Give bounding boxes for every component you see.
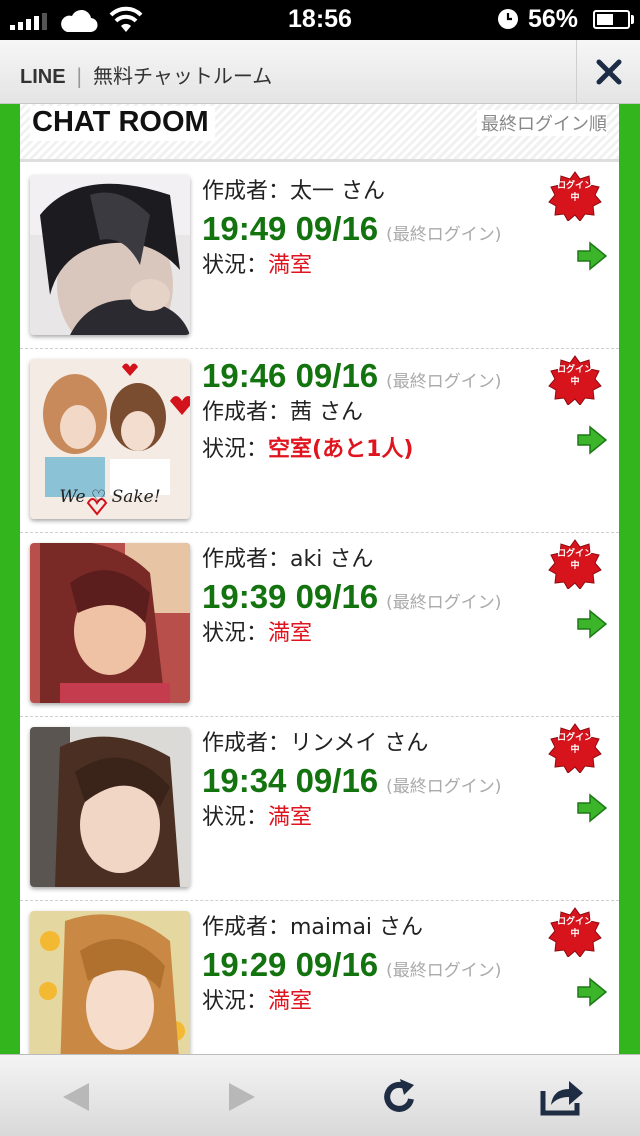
- online-badge: ログイン中: [548, 723, 602, 774]
- room-info: 19:46 09/16 (最終ログイン) 作成者：茜 さん 状況：空室(あと1人): [202, 357, 542, 468]
- room-row[interactable]: 作成者：aki さん 19:39 09/16 (最終ログイン) 状況：満室 ログイ…: [20, 533, 619, 717]
- avatar: [30, 911, 190, 1054]
- avatar: [30, 727, 190, 887]
- badge-bottom: 中: [570, 193, 580, 203]
- room-info: 作成者：リンメイ さん 19:34 09/16 (最終ログイン) 状況：満室: [202, 725, 542, 836]
- badge-top: ログイン: [556, 181, 593, 191]
- creator-name: 作成者：aki さん: [202, 547, 374, 572]
- arrow-right-icon[interactable]: [576, 609, 608, 639]
- arrow-right-icon[interactable]: [576, 425, 608, 455]
- title-separator: |: [75, 64, 83, 88]
- badge-bottom: 中: [570, 929, 580, 939]
- arrow-right-icon[interactable]: [576, 793, 608, 823]
- avatar: [30, 543, 190, 703]
- reload-button[interactable]: [376, 1073, 424, 1121]
- room-row[interactable]: 作成者：リンメイ さん 19:34 09/16 (最終ログイン) 状況：満室 ログ…: [20, 717, 619, 901]
- room-status: 状況：満室: [202, 615, 542, 652]
- arrow-right-icon[interactable]: [576, 977, 608, 1007]
- room-info: 作成者：maimai さん 19:29 09/16 (最終ログイン) 状況：満室: [202, 909, 542, 1020]
- status-label: 状況：: [202, 253, 269, 278]
- status-bar: 18:56 56%: [0, 0, 640, 40]
- back-arrow-icon: [63, 1083, 89, 1111]
- title-text: 無料チャットルーム: [93, 64, 273, 88]
- close-button[interactable]: [576, 40, 640, 104]
- login-time: 19:39 09/16: [202, 578, 379, 615]
- forward-button[interactable]: [218, 1073, 266, 1121]
- creator-name: 作成者：茜 さん: [202, 400, 363, 425]
- login-time: 19:29 09/16: [202, 946, 379, 983]
- room-status: 状況：満室: [202, 799, 542, 836]
- last-login: 19:34 09/16 (最終ログイン): [202, 762, 542, 799]
- status-value: 空室(あと1人): [268, 437, 414, 462]
- share-button[interactable]: [538, 1073, 586, 1121]
- last-login: 19:46 09/16 (最終ログイン): [202, 357, 542, 394]
- status-label: 状況：: [202, 621, 269, 646]
- room-status: 状況：満室: [202, 983, 542, 1020]
- online-badge: ログイン中: [548, 907, 602, 958]
- title-bar: LINE | 無料チャットルーム: [0, 40, 640, 104]
- badge-bottom: 中: [570, 377, 580, 387]
- badge-top: ログイン: [556, 549, 593, 559]
- online-badge: ログイン中: [548, 355, 602, 406]
- back-button[interactable]: [52, 1073, 100, 1121]
- login-note: (最終ログイン): [386, 961, 502, 981]
- room-info: 作成者：太一 さん 19:49 09/16 (最終ログイン) 状況：満室: [202, 173, 542, 284]
- avatar-caption: We ♡ Sake!: [59, 487, 161, 507]
- login-time: 19:49 09/16: [202, 210, 379, 247]
- room-row[interactable]: We ♡ Sake! 19:46 09/16 (最終ログイン) 作成者：茜 さん …: [20, 349, 619, 533]
- content-frame: CHAT ROOM 最終ログイン順 作成者：太一 さん 19:49 09/16 …: [0, 104, 640, 1054]
- status-label: 状況：: [202, 805, 269, 830]
- battery-icon: [593, 10, 630, 29]
- badge-top: ログイン: [556, 733, 593, 743]
- status-value: 満室: [268, 989, 313, 1014]
- clock-icon: [498, 9, 518, 29]
- room-status: 状況：空室(あと1人): [202, 431, 542, 468]
- creator-name: 作成者：リンメイ さん: [202, 731, 429, 756]
- chat-room-header: CHAT ROOM 最終ログイン順: [20, 104, 619, 162]
- avatar: We ♡ Sake!: [30, 359, 190, 519]
- page-title: LINE | 無料チャットルーム: [20, 60, 272, 89]
- online-badge: ログイン中: [548, 539, 602, 590]
- badge-top: ログイン: [556, 917, 593, 927]
- last-login: 19:49 09/16 (最終ログイン): [202, 210, 542, 247]
- creator-name: 作成者：maimai さん: [202, 915, 424, 940]
- last-login: 19:39 09/16 (最終ログイン): [202, 578, 542, 615]
- status-label: 状況：: [202, 437, 269, 462]
- arrow-right-icon[interactable]: [576, 241, 608, 271]
- room-row[interactable]: 作成者：maimai さん 19:29 09/16 (最終ログイン) 状況：満室 …: [20, 901, 619, 1054]
- login-note: (最終ログイン): [386, 593, 502, 613]
- login-note: (最終ログイン): [386, 777, 502, 797]
- battery-nub: [631, 15, 634, 24]
- header-title: CHAT ROOM: [30, 106, 215, 141]
- login-note: (最終ログイン): [386, 372, 502, 392]
- status-value: 満室: [268, 805, 313, 830]
- close-icon: [596, 59, 621, 85]
- battery-percent: 56%: [528, 5, 579, 33]
- status-value: 満室: [268, 253, 313, 278]
- browser-toolbar: [0, 1054, 640, 1136]
- status-label: 状況：: [202, 989, 269, 1014]
- brand-label: LINE: [20, 66, 66, 88]
- login-time: 19:46 09/16: [202, 357, 379, 394]
- forward-arrow-icon: [229, 1083, 255, 1111]
- status-value: 満室: [268, 621, 313, 646]
- badge-bottom: 中: [570, 561, 580, 571]
- login-time: 19:34 09/16: [202, 762, 379, 799]
- share-icon: [540, 1081, 583, 1116]
- room-info: 作成者：aki さん 19:39 09/16 (最終ログイン) 状況：満室: [202, 541, 542, 652]
- chat-room-panel: CHAT ROOM 最終ログイン順 作成者：太一 さん 19:49 09/16 …: [20, 104, 619, 1054]
- room-status: 状況：満室: [202, 247, 542, 284]
- reload-icon: [384, 1079, 414, 1112]
- badge-top: ログイン: [556, 365, 593, 375]
- room-row[interactable]: 作成者：太一 さん 19:49 09/16 (最終ログイン) 状況：満室 ログイン…: [20, 165, 619, 349]
- badge-bottom: 中: [570, 745, 580, 755]
- room-list: 作成者：太一 さん 19:49 09/16 (最終ログイン) 状況：満室 ログイン…: [20, 165, 619, 1054]
- login-note: (最終ログイン): [386, 225, 502, 245]
- sort-label: 最終ログイン順: [477, 110, 607, 136]
- avatar: [30, 175, 190, 335]
- creator-name: 作成者：太一 さん: [202, 179, 385, 204]
- online-badge: ログイン中: [548, 171, 602, 222]
- last-login: 19:29 09/16 (最終ログイン): [202, 946, 542, 983]
